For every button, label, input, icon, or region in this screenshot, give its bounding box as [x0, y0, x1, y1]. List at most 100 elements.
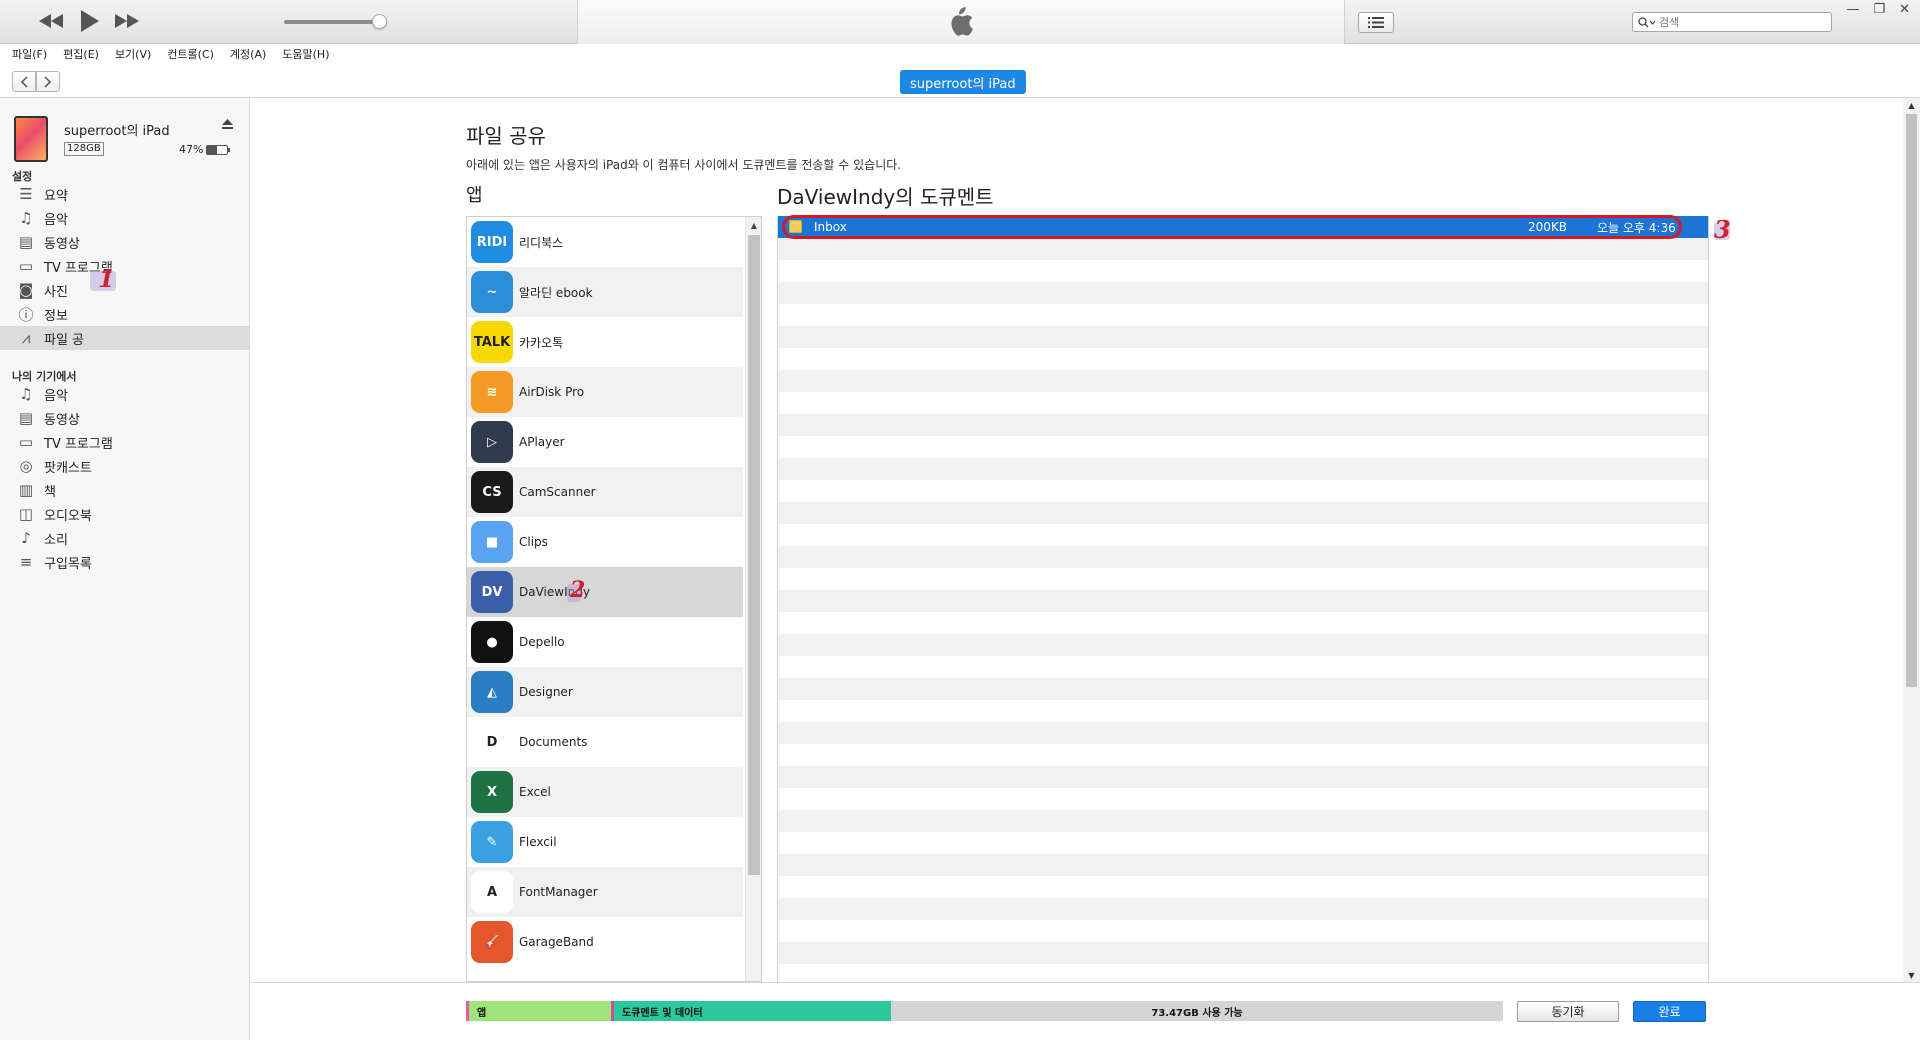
- app-list[interactable]: RIDI 리디북스 ~ 알라딘 ebook TALK 카카오톡 ≋ AirDisk Pro ▷ A…: [466, 216, 762, 982]
- battery-icon: [206, 144, 231, 155]
- scroll-up-arrow-icon[interactable]: ▲: [746, 217, 761, 233]
- menu-file[interactable]: 파일(F): [12, 46, 47, 62]
- sidebar-item[interactable]: ▤ 동영상: [0, 406, 250, 430]
- main-scrollbar[interactable]: ▲ ▼: [1903, 98, 1920, 982]
- app-row[interactable]: CS CamScanner: [467, 467, 743, 517]
- volume-slider[interactable]: [284, 20, 380, 24]
- app-list-scrollbar[interactable]: ▲: [745, 217, 761, 981]
- menu-controls[interactable]: 컨트롤(C): [167, 46, 214, 62]
- menu-view[interactable]: 보기(V): [115, 46, 151, 62]
- app-name: 리디북스: [519, 235, 564, 250]
- sidebar-item[interactable]: ⩘ 파일 공: [0, 326, 250, 350]
- menu-help[interactable]: 도움말(H): [282, 46, 329, 62]
- podcast-icon: ◎: [19, 457, 33, 475]
- sidebar-item[interactable]: ♫ 음악: [0, 206, 250, 230]
- sidebar-item-label: 음악: [44, 212, 68, 228]
- sidebar-item[interactable]: ▤ 동영상: [0, 230, 250, 254]
- app-row[interactable]: ~ 알라딘 ebook: [467, 267, 743, 317]
- fast-forward-button[interactable]: [112, 8, 142, 34]
- volume-slider-knob[interactable]: [372, 14, 387, 29]
- minimize-button[interactable]: —: [1846, 2, 1859, 17]
- app-name: Clips: [519, 535, 548, 549]
- document-row[interactable]: Inbox 200KB 오늘 오후 4:36: [778, 215, 1708, 239]
- sidebar-item[interactable]: ♫ 음악: [0, 382, 250, 406]
- app-store-icon: ⩘: [21, 329, 31, 347]
- sidebar-item[interactable]: ◫ 오디오북: [0, 502, 250, 526]
- app-row[interactable]: DV DaViewIndy 2: [467, 567, 743, 617]
- eject-icon[interactable]: [222, 118, 233, 132]
- sidebar-item[interactable]: ♪ 소리: [0, 526, 250, 550]
- navigation-bar: superroot의 iPad: [0, 64, 1920, 98]
- sidebar-item[interactable]: ≡ 구입목록: [0, 550, 250, 574]
- back-button[interactable]: [12, 71, 36, 92]
- app-name: Depello: [519, 635, 565, 649]
- storage-segment-documents: 도큐멘트 및 데이터: [611, 1001, 891, 1021]
- sidebar-item[interactable]: ⓘ 정보: [0, 302, 250, 326]
- sidebar-item[interactable]: ◙ 사진: [0, 278, 250, 302]
- play-button[interactable]: [74, 8, 104, 34]
- list-view-button[interactable]: [1358, 12, 1394, 33]
- app-name: APlayer: [519, 435, 565, 449]
- app-row[interactable]: ≋ AirDisk Pro: [467, 367, 743, 417]
- sidebar-item[interactable]: ▭ TV 프로그램: [0, 430, 250, 454]
- app-icon: X: [471, 771, 513, 813]
- search-box[interactable]: [1632, 12, 1832, 32]
- annotation-step-2: 2: [570, 577, 586, 603]
- app-row[interactable]: D Documents: [467, 717, 743, 767]
- sidebar-item[interactable]: ☰ 요약: [0, 182, 250, 206]
- tv-icon: ▭: [18, 433, 34, 451]
- app-row[interactable]: RIDI 리디북스: [467, 217, 743, 267]
- scroll-thumb[interactable]: [748, 235, 760, 875]
- status-display: [577, 0, 1345, 44]
- app-row[interactable]: ✎ Flexcil: [467, 817, 743, 867]
- info-icon: ⓘ: [18, 305, 34, 324]
- app-name: Designer: [519, 685, 573, 699]
- sidebar-item-label: 팟캐스트: [44, 460, 92, 476]
- menu-account[interactable]: 계정(A): [230, 46, 266, 62]
- app-row[interactable]: 🎸 GarageBand: [467, 917, 743, 967]
- app-name: Excel: [519, 785, 551, 799]
- search-input[interactable]: [1659, 15, 1809, 29]
- fast-forward-icon: [115, 14, 139, 28]
- sidebar-item-label: 구입목록: [44, 556, 92, 572]
- device-button[interactable]: superroot의 iPad: [900, 70, 1026, 94]
- my-device-list: ♫ 음악 ▤ 동영상 ▭ TV 프로그램 ◎ 팟캐스트 ▥ 책 ◫ 오디오북 ♪ 소리 ≡ 구입목록: [0, 382, 250, 574]
- storage-usage-bar: 앱 도큐멘트 및 데이터 73.47GB 사용 가능: [466, 1001, 1503, 1021]
- app-row[interactable]: ◭ Designer: [467, 667, 743, 717]
- ipad-thumbnail: [14, 116, 48, 162]
- storage-bar-footer: 앱 도큐멘트 및 데이터 73.47GB 사용 가능 동기화 완료: [251, 982, 1920, 1040]
- restore-button[interactable]: ❐: [1873, 2, 1885, 17]
- app-row[interactable]: TALK 카카오톡: [467, 317, 743, 367]
- app-row[interactable]: A FontManager: [467, 867, 743, 917]
- app-row[interactable]: ● Depello: [467, 617, 743, 667]
- scroll-down-arrow-icon[interactable]: ▼: [1903, 968, 1920, 982]
- app-row[interactable]: X Excel: [467, 767, 743, 817]
- storage-segment-free: 73.47GB 사용 가능: [891, 1001, 1503, 1021]
- rewind-button[interactable]: [36, 8, 66, 34]
- sidebar-item-label: 파일 공: [44, 332, 85, 348]
- sidebar-item-label: 정보: [44, 308, 68, 324]
- sidebar-item[interactable]: ▥ 책: [0, 478, 250, 502]
- app-row[interactable]: ■ Clips: [467, 517, 743, 567]
- tv-icon: ▭: [18, 257, 34, 275]
- app-row[interactable]: ▷ APlayer: [467, 417, 743, 467]
- window-controls: — ❐ ✕: [1846, 2, 1910, 17]
- music-icon: ♫: [19, 209, 33, 227]
- sync-button[interactable]: 동기화: [1517, 1001, 1619, 1022]
- document-list[interactable]: Inbox 200KB 오늘 오후 4:36: [777, 215, 1709, 982]
- bell-icon: ♪: [21, 529, 31, 547]
- device-summary[interactable]: superroot의 iPad 128GB 47%: [0, 106, 250, 162]
- done-button[interactable]: 완료: [1633, 1001, 1706, 1022]
- chevron-right-icon: [44, 75, 52, 88]
- page-title: 파일 공유: [466, 124, 546, 148]
- sidebar-item[interactable]: ◎ 팟캐스트: [0, 454, 250, 478]
- scroll-up-arrow-icon[interactable]: ▲: [1903, 98, 1920, 112]
- menu-edit[interactable]: 편집(E): [63, 46, 99, 62]
- sidebar-item[interactable]: ▭ TV 프로그램: [0, 254, 250, 278]
- file-sharing-panel: 파일 공유 아래에 있는 앱은 사용자의 iPad와 이 컴퓨터 사이에서 도큐…: [251, 98, 1903, 982]
- forward-button[interactable]: [36, 71, 60, 92]
- app-icon: ■: [471, 521, 513, 563]
- play-icon: [81, 10, 99, 32]
- close-button[interactable]: ✕: [1899, 2, 1910, 17]
- scroll-thumb[interactable]: [1906, 114, 1917, 687]
